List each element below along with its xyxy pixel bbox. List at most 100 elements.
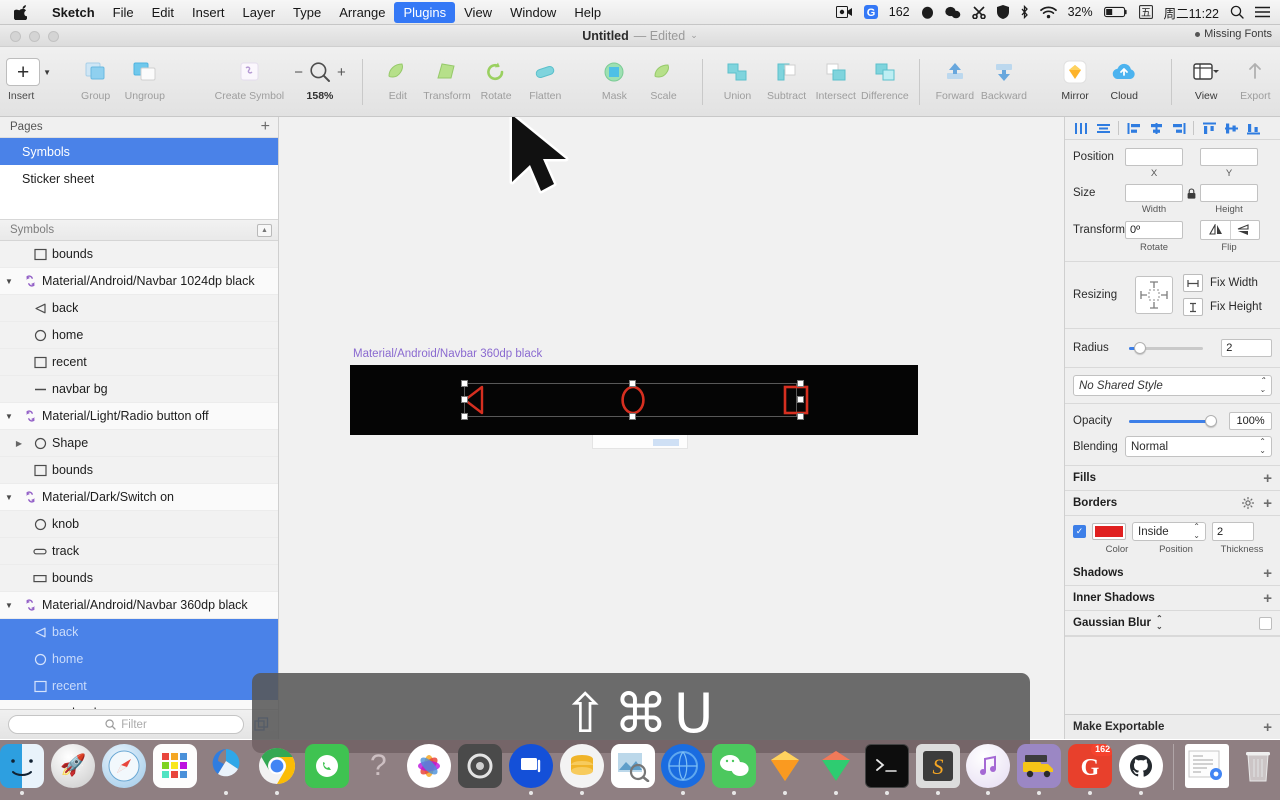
ungroup-button[interactable]: Ungroup: [120, 55, 169, 102]
page-item-symbols[interactable]: Symbols: [0, 138, 278, 165]
border-thickness-input[interactable]: 2: [1212, 522, 1254, 541]
recent-glyph-icon[interactable]: [783, 385, 809, 415]
dock-item-document-stack[interactable]: [1184, 744, 1229, 795]
opacity-input[interactable]: 100%: [1229, 412, 1272, 430]
menu-type[interactable]: Type: [284, 2, 330, 23]
selection-handle[interactable]: [629, 413, 636, 420]
document-menu-caret-icon[interactable]: ⌄: [690, 30, 698, 41]
selection-handle[interactable]: [797, 380, 804, 387]
rotate-input[interactable]: 0º: [1125, 221, 1183, 239]
dock-item-color-palette-app[interactable]: [152, 744, 198, 795]
dock-item-itunes[interactable]: [966, 744, 1011, 795]
layer-row[interactable]: track: [0, 538, 278, 565]
shared-style-select[interactable]: No Shared Style ⌃ ⌄: [1073, 375, 1272, 396]
flip-horizontal-icon[interactable]: [1201, 221, 1230, 239]
add-shadow-button[interactable]: +: [1263, 565, 1272, 582]
add-export-button[interactable]: +: [1263, 719, 1272, 736]
menu-window[interactable]: Window: [501, 2, 565, 23]
clock-label[interactable]: 周二11:22: [1164, 3, 1219, 22]
wifi-icon[interactable]: [1039, 6, 1057, 19]
g-app-icon[interactable]: G: [863, 5, 878, 19]
zoom-button[interactable]: [48, 31, 59, 42]
distribute-left-icon[interactable]: [1124, 119, 1144, 137]
chat-bubbles-icon[interactable]: [944, 6, 961, 19]
dock-item-cloud-app[interactable]: [203, 744, 248, 795]
menu-sketch[interactable]: Sketch: [43, 2, 104, 23]
blur-type-chevron-icon[interactable]: ⌃ ⌄: [1156, 614, 1163, 632]
menu-arrange[interactable]: Arrange: [330, 2, 394, 23]
cloud-button[interactable]: Cloud: [1100, 55, 1149, 102]
dock-item-keynote[interactable]: [508, 744, 553, 795]
size-width-input[interactable]: [1125, 184, 1183, 202]
page-item-sticker-sheet[interactable]: Sticker sheet: [0, 165, 278, 192]
mask-button[interactable]: Mask: [590, 55, 639, 102]
layer-row[interactable]: bounds: [0, 241, 278, 268]
dock-item-system-preferences[interactable]: [458, 744, 503, 795]
battery-icon[interactable]: [1103, 6, 1128, 18]
close-button[interactable]: [10, 31, 21, 42]
border-position-select[interactable]: Inside ⌃ ⌄: [1132, 522, 1206, 541]
menu-plugins[interactable]: Plugins: [394, 1, 456, 23]
gear-icon[interactable]: [1242, 497, 1255, 509]
radius-slider[interactable]: [1129, 342, 1204, 354]
selection-handle[interactable]: [629, 380, 636, 387]
insert-button[interactable]: + ▼ Insert: [0, 55, 57, 102]
scissors-icon[interactable]: [971, 5, 986, 19]
dock-item-launchpad[interactable]: 🚀: [51, 744, 96, 795]
disclosure-triangle-icon[interactable]: ▼: [0, 601, 18, 610]
input-source-icon[interactable]: 五: [1138, 5, 1153, 19]
zoom-magnifier-icon[interactable]: [309, 61, 331, 83]
intersect-button[interactable]: Intersect: [811, 55, 860, 102]
scale-button[interactable]: Scale: [639, 55, 688, 102]
canvas-area[interactable]: Material/Android/Navbar 360dp black: [279, 117, 1064, 739]
layer-row[interactable]: back: [0, 295, 278, 322]
size-height-input[interactable]: [1200, 184, 1258, 202]
layer-row-symbol[interactable]: ▼ Material/Light/Radio button off: [0, 403, 278, 430]
minimize-button[interactable]: [29, 31, 40, 42]
zoom-out-button[interactable]: −: [294, 64, 303, 81]
shield-icon[interactable]: [996, 5, 1009, 19]
dock-item-github-desktop[interactable]: [1118, 744, 1164, 795]
add-border-button[interactable]: +: [1263, 495, 1272, 512]
edit-button[interactable]: Edit: [373, 55, 422, 102]
add-fill-button[interactable]: +: [1263, 470, 1272, 487]
transform-button[interactable]: Transform: [422, 55, 471, 102]
layer-row-selected[interactable]: recent: [0, 673, 278, 700]
fix-height-option[interactable]: Fix Height: [1183, 298, 1262, 316]
union-button[interactable]: Union: [713, 55, 762, 102]
opacity-slider[interactable]: [1129, 415, 1218, 427]
missing-fonts-indicator[interactable]: Missing Fonts: [1195, 28, 1272, 40]
zoom-in-button[interactable]: +: [337, 64, 346, 81]
align-center-icon[interactable]: [1093, 119, 1113, 137]
view-button[interactable]: View: [1182, 55, 1231, 102]
control-center-icon[interactable]: [1255, 6, 1270, 18]
dock-item-terminal[interactable]: [864, 744, 909, 795]
disclosure-triangle-icon[interactable]: ▶: [10, 439, 28, 448]
layer-row-symbol[interactable]: ▼ Material/Android/Navbar 360dp black: [0, 592, 278, 619]
difference-button[interactable]: Difference: [860, 55, 909, 102]
video-camera-icon[interactable]: [835, 6, 853, 18]
selection-handle[interactable]: [461, 396, 468, 403]
apple-logo-icon[interactable]: [0, 4, 43, 20]
layer-row-selected[interactable]: back: [0, 619, 278, 646]
dock-item-truck-app[interactable]: [1017, 744, 1062, 795]
dock-item-preview[interactable]: [610, 744, 655, 795]
border-color-swatch[interactable]: [1092, 523, 1126, 540]
dock-item-gamer-app[interactable]: G 162: [1068, 744, 1113, 795]
distribute-center-icon[interactable]: [1146, 119, 1166, 137]
add-inner-shadow-button[interactable]: +: [1263, 590, 1272, 607]
layer-row[interactable]: recent: [0, 349, 278, 376]
layer-row-selected[interactable]: home: [0, 646, 278, 673]
layer-row[interactable]: knob: [0, 511, 278, 538]
fix-width-option[interactable]: Fix Width: [1183, 274, 1262, 292]
rotate-button[interactable]: Rotate: [472, 55, 521, 102]
zoom-control[interactable]: − + 158%: [287, 55, 352, 102]
align-top-icon[interactable]: [1199, 119, 1219, 137]
dock-item-database-app[interactable]: [559, 744, 604, 795]
dock-item-sketch-alt[interactable]: [813, 744, 858, 795]
make-exportable-row[interactable]: Make Exportable +: [1065, 714, 1280, 739]
menu-layer[interactable]: Layer: [234, 2, 285, 23]
flip-vertical-icon[interactable]: [1230, 221, 1259, 239]
home-glyph-icon[interactable]: [620, 384, 646, 416]
window-controls[interactable]: [10, 31, 59, 42]
